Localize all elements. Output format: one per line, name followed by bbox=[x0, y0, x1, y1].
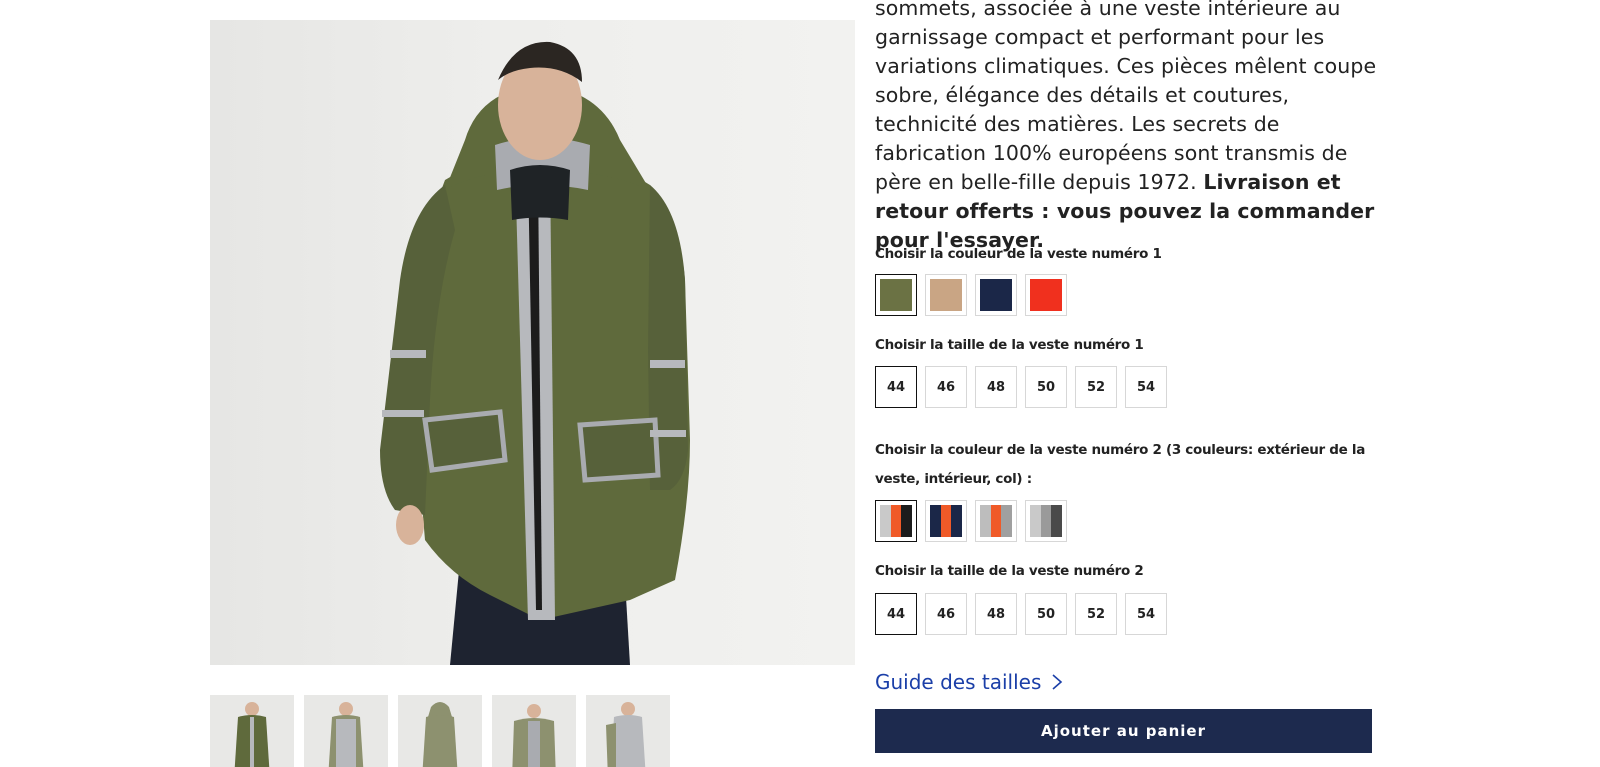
thumbnail-2[interactable] bbox=[304, 695, 388, 767]
jacket2-size-48[interactable]: 48 bbox=[975, 593, 1017, 635]
jacket2-size-label: Choisir la taille de la veste numéro 2 bbox=[875, 563, 1144, 579]
chevron-right-icon bbox=[1052, 674, 1063, 690]
swatch-fill bbox=[1030, 279, 1062, 311]
swatch-color-band bbox=[990, 505, 1002, 537]
swatch-fill bbox=[1030, 505, 1063, 537]
jacket1-color-swatch-camel[interactable] bbox=[925, 274, 967, 316]
size-guide-link[interactable]: Guide des tailles bbox=[875, 670, 1063, 694]
jacket1-color-swatch-red[interactable] bbox=[1025, 274, 1067, 316]
jacket-model-photo bbox=[380, 41, 690, 665]
thumbnail-strip bbox=[210, 695, 670, 767]
jacket2-size-options: 44 46 48 50 52 54 bbox=[875, 593, 1167, 635]
swatch-color-band bbox=[951, 505, 963, 537]
thumbnail-1[interactable] bbox=[210, 695, 294, 767]
jacket1-size-44[interactable]: 44 bbox=[875, 366, 917, 408]
jacket1-size-48[interactable]: 48 bbox=[975, 366, 1017, 408]
size-guide-label: Guide des tailles bbox=[875, 670, 1042, 694]
product-description: sommets, associée à une veste intérieure… bbox=[875, 0, 1385, 255]
jacket1-size-label: Choisir la taille de la veste numéro 1 bbox=[875, 337, 1144, 353]
swatch-color-band bbox=[1001, 505, 1013, 537]
thumbnail-4[interactable] bbox=[492, 695, 576, 767]
jacket2-size-46[interactable]: 46 bbox=[925, 593, 967, 635]
jacket1-size-46[interactable]: 46 bbox=[925, 366, 967, 408]
jacket2-color-swatch-grey-orange-black[interactable] bbox=[875, 500, 917, 542]
jacket2-size-52[interactable]: 52 bbox=[1075, 593, 1117, 635]
jacket2-color-options bbox=[875, 500, 1067, 542]
jacket1-size-52[interactable]: 52 bbox=[1075, 366, 1117, 408]
swatch-color-band bbox=[890, 505, 902, 537]
jacket1-color-label: Choisir la couleur de la veste numéro 1 bbox=[875, 246, 1162, 262]
jacket1-size-54[interactable]: 54 bbox=[1125, 366, 1167, 408]
swatch-fill bbox=[880, 279, 912, 311]
swatch-fill bbox=[880, 505, 913, 537]
jacket2-size-50[interactable]: 50 bbox=[1025, 593, 1067, 635]
jacket1-size-50[interactable]: 50 bbox=[1025, 366, 1067, 408]
jacket2-size-54[interactable]: 54 bbox=[1125, 593, 1167, 635]
swatch-fill bbox=[980, 279, 1012, 311]
jacket1-color-swatch-olive[interactable] bbox=[875, 274, 917, 316]
swatch-color-band bbox=[1030, 505, 1041, 537]
jacket1-color-options bbox=[875, 274, 1067, 316]
swatch-fill bbox=[930, 279, 962, 311]
swatch-fill bbox=[980, 505, 1013, 537]
add-to-cart-button[interactable]: Ajouter au panier bbox=[875, 709, 1372, 753]
swatch-color-band bbox=[1030, 279, 1062, 311]
swatch-color-band bbox=[880, 505, 891, 537]
jacket1-color-swatch-navy[interactable] bbox=[975, 274, 1017, 316]
swatch-color-band bbox=[940, 505, 952, 537]
swatch-color-band bbox=[1051, 505, 1063, 537]
jacket2-color-swatch-navy-orange-navy[interactable] bbox=[925, 500, 967, 542]
thumbnail-5[interactable] bbox=[586, 695, 670, 767]
swatch-color-band bbox=[980, 279, 1012, 311]
main-product-image[interactable] bbox=[210, 20, 855, 665]
jacket1-size-options: 44 46 48 50 52 54 bbox=[875, 366, 1167, 408]
swatch-color-band bbox=[880, 279, 912, 311]
jacket2-color-label: Choisir la couleur de la veste numéro 2 … bbox=[875, 442, 1366, 487]
swatch-fill bbox=[930, 505, 963, 537]
swatch-color-band bbox=[930, 505, 941, 537]
description-text: sommets, associée à une veste intérieure… bbox=[875, 0, 1377, 194]
swatch-color-band bbox=[1040, 505, 1052, 537]
jacket2-color-swatch-grey-grey-charcoal[interactable] bbox=[1025, 500, 1067, 542]
jacket2-size-44[interactable]: 44 bbox=[875, 593, 917, 635]
thumbnail-3[interactable] bbox=[398, 695, 482, 767]
swatch-color-band bbox=[901, 505, 913, 537]
swatch-color-band bbox=[980, 505, 991, 537]
jacket2-color-swatch-grey-orange-grey[interactable] bbox=[975, 500, 1017, 542]
swatch-color-band bbox=[930, 279, 962, 311]
